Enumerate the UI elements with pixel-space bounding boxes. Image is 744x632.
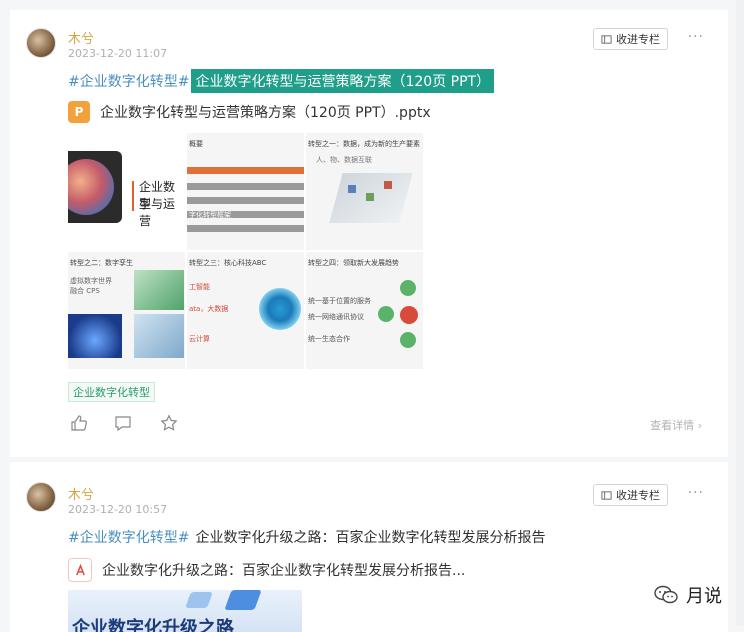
hashtag-link[interactable]: #企业数字化转型# <box>68 71 189 91</box>
post-card: 木兮 2023-12-20 11:07 收进专栏 ··· #企业数字化转型# 企… <box>10 10 728 457</box>
slide-thumbnail[interactable]: 转型之二：数字孪生 虚拟数字世界 融合 CPS <box>68 252 185 369</box>
tablet-hand-image <box>134 314 184 358</box>
post-date: 2023-12-20 11:07 <box>68 47 168 60</box>
slide-heading: 概要 <box>189 140 203 148</box>
view-details-link[interactable]: 查看详情 › <box>650 417 702 433</box>
collect-to-column-button[interactable]: 收进专栏 <box>593 28 668 50</box>
collect-label: 收进专栏 <box>616 489 660 502</box>
slide-text: 统一基于位置的服务 <box>308 297 371 305</box>
slide-image <box>134 270 184 310</box>
post-date: 2023-12-20 10:57 <box>68 503 168 516</box>
slide-row-text: 字化转型框架 <box>189 211 231 219</box>
wechat-icon <box>654 585 678 604</box>
post-title[interactable]: 企业数字化转型与运营策略方案（120页 PPT） <box>191 69 495 93</box>
slide-text: ata，大数据 <box>189 305 229 313</box>
page-scrollbar-track[interactable] <box>736 0 744 626</box>
post-title-line: #企业数字化转型# 企业数字化转型与运营策略方案（120页 PPT） <box>68 69 495 93</box>
attachment-name[interactable]: 企业数字化转型与运营策略方案（120页 PPT）.pptx <box>100 102 431 122</box>
column-icon <box>601 34 612 44</box>
slide-note: 人、物、数据互联 <box>316 156 372 164</box>
like-icon[interactable] <box>70 414 88 432</box>
comment-icon[interactable] <box>114 414 132 432</box>
slide-text: 虚拟数字世界 <box>70 277 112 285</box>
more-options-icon[interactable]: ··· <box>688 485 704 501</box>
avatar[interactable] <box>26 482 56 512</box>
slide-preview-grid[interactable]: 企业数字 型与运营 概要 字化转型框架 转型之一：数据，成为新的生产要素 人、物… <box>68 133 424 369</box>
account-watermark: 月说 <box>654 582 722 608</box>
slide-title: 型与运营 <box>139 197 176 228</box>
city-image <box>68 314 122 358</box>
ppt-file-icon: P <box>68 101 90 123</box>
star-icon[interactable] <box>160 414 178 432</box>
watermark-text: 月说 <box>686 586 722 607</box>
more-options-icon[interactable]: ··· <box>688 29 704 45</box>
slide-thumbnail[interactable]: 转型之一：数据，成为新的生产要素 人、物、数据互联 <box>306 133 423 250</box>
post-card: 木兮 2023-12-20 10:57 收进专栏 ··· #企业数字化转型# 企… <box>10 462 728 632</box>
slide-heading: 转型之二：数字孪生 <box>70 259 133 267</box>
slide-text: 融合 CPS <box>70 287 100 295</box>
slide-heading: 转型之一：数据，成为新的生产要素 <box>308 140 420 148</box>
collect-to-column-button[interactable]: 收进专栏 <box>593 484 668 506</box>
collect-label: 收进专栏 <box>616 33 660 46</box>
column-icon <box>601 490 612 500</box>
post-title-line: #企业数字化转型# 企业数字化升级之路：百家企业数字化转型发展分析报告 <box>68 527 545 547</box>
attachment[interactable]: 企业数字化升级之路：百家企业数字化转型发展分析报告... <box>68 558 465 582</box>
pdf-file-icon <box>68 558 92 582</box>
slide-thumbnail[interactable]: 企业数字 型与运营 <box>68 133 185 250</box>
author-name[interactable]: 木兮 <box>68 484 94 503</box>
slide-thumbnail[interactable]: 概要 字化转型框架 <box>187 133 304 250</box>
slide-thumbnail[interactable]: 转型之三：核心科技ABC 工智能 ata，大数据 云计算 <box>187 252 304 369</box>
topic-tag[interactable]: 企业数字化转型 <box>68 382 155 402</box>
author-name[interactable]: 木兮 <box>68 28 94 47</box>
tablet-image <box>68 151 122 223</box>
ai-circle-graphic <box>259 288 301 330</box>
attachment[interactable]: P 企业数字化转型与运营策略方案（120页 PPT）.pptx <box>68 101 431 123</box>
slide-heading: 转型之四：领取新大发展趋势 <box>308 259 399 267</box>
slide-text: 工智能 <box>189 283 210 291</box>
slide-text: 统一网络通讯协议 <box>308 313 364 321</box>
slide-thumbnail[interactable]: 转型之四：领取新大发展趋势 统一基于位置的服务 统一网络通讯协议 统一生态合作 <box>306 252 423 369</box>
attachment-name[interactable]: 企业数字化升级之路：百家企业数字化转型发展分析报告... <box>102 560 465 580</box>
slide-text: 统一生态合作 <box>308 335 350 343</box>
post-title[interactable]: 企业数字化升级之路：百家企业数字化转型发展分析报告 <box>195 527 545 547</box>
slide-text: 云计算 <box>189 335 210 343</box>
avatar[interactable] <box>26 28 56 58</box>
hashtag-link[interactable]: #企业数字化转型# <box>68 527 189 547</box>
slide-heading: 转型之三：核心科技ABC <box>189 259 267 267</box>
preview-title: 企业数字化升级之路 <box>72 618 234 632</box>
